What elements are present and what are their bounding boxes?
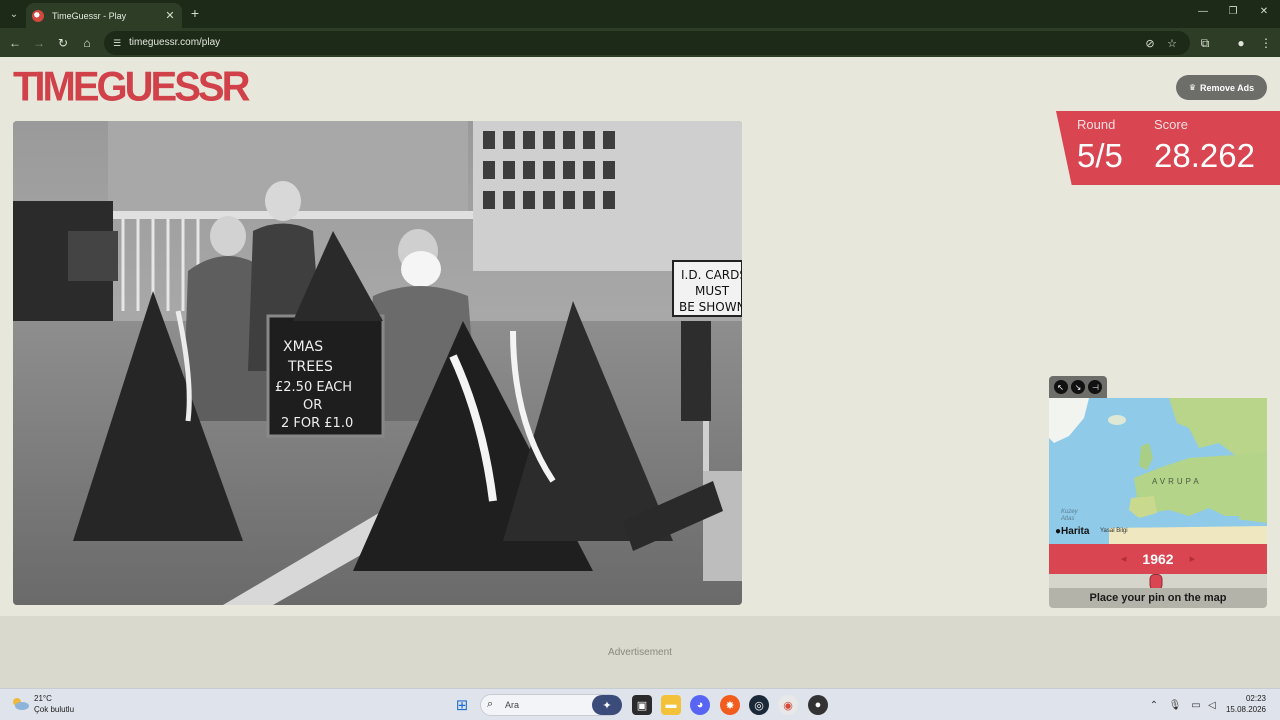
minimize-icon[interactable]: — <box>1196 6 1210 17</box>
app-dark-notification-icon[interactable]: ● <box>808 695 828 715</box>
year-selector: ◀ 1962 ▶ <box>1049 544 1267 574</box>
advertisement-label: Advertisement <box>608 647 672 658</box>
file-explorer-icon[interactable]: ▬ <box>661 695 681 715</box>
chalkboard-line-2: TREES <box>287 359 333 375</box>
task-view-icon[interactable]: ▣ <box>632 695 652 715</box>
restore-icon[interactable]: ❐ <box>1226 6 1240 17</box>
home-icon[interactable]: ⌂ <box>79 35 95 51</box>
world-map[interactable]: AVRUPA Kuzey Atlas ●Harita Yasal Bilgi <box>1049 398 1267 544</box>
tab-list-dropdown-icon[interactable]: ⌄ <box>6 6 22 22</box>
reload-icon[interactable]: ↻ <box>55 35 71 51</box>
photo-sign-line-2: MUST <box>695 284 730 298</box>
map-legal-link[interactable]: Yasal Bilgi <box>1100 528 1128 534</box>
photo-sign-line-1: I.D. CARDS <box>681 268 742 282</box>
pin-map-icon[interactable]: ⊣ <box>1088 380 1103 394</box>
app-orange-icon[interactable]: ✸ <box>720 695 740 715</box>
clock-date[interactable]: 15.08.2026 <box>1220 705 1266 714</box>
chrome-icon[interactable]: ◉ <box>778 695 798 715</box>
browser-tab-bar: ⌄ TimeGuessr - Play ✕ + — ❐ ✕ <box>0 0 1280 28</box>
christmas-tree-sellers-photo: XMAS TREES £2.50 EACH OR 2 FOR £1.0 I.D.… <box>13 121 742 605</box>
round-photo: XMAS TREES £2.50 EACH OR 2 FOR £1.0 I.D.… <box>13 121 742 605</box>
tab-close-icon[interactable]: ✕ <box>164 9 176 22</box>
year-value: 1962 <box>1142 551 1174 567</box>
back-arrow-icon[interactable]: ← <box>7 35 23 51</box>
map-ocean-label-1: Kuzey <box>1061 509 1078 515</box>
chalkboard-line-4: OR <box>303 398 322 413</box>
remove-ads-button[interactable]: ♛ Remove Ads <box>1176 75 1267 100</box>
map-ocean-label: Kuzey Atlas <box>1061 509 1078 523</box>
cloudy-weather-icon[interactable] <box>11 697 29 711</box>
round-value: 5/5 <box>1077 137 1123 174</box>
score-value: 28.262 <box>1154 137 1255 174</box>
bookmark-star-icon[interactable]: ☆ <box>1165 36 1179 50</box>
map-ocean-label-2: Atlas <box>1061 516 1075 522</box>
steam-icon[interactable]: ◎ <box>749 695 769 715</box>
microphone-icon[interactable]: 🎙 <box>1168 698 1182 712</box>
timeguessr-favicon-icon <box>32 9 44 22</box>
round-label: Round <box>1077 117 1116 132</box>
timeguessr-logo[interactable]: TIMEGUESSR <box>13 66 250 108</box>
url-text[interactable]: timeguessr.com/play <box>129 37 220 48</box>
expand-map-icon[interactable]: ↖ <box>1053 380 1068 394</box>
shrink-map-icon[interactable]: ↘ <box>1070 380 1085 394</box>
site-info-icon[interactable]: ☰ <box>110 36 124 50</box>
weather-condition[interactable]: Çok bulutlu <box>34 705 74 714</box>
windows-start-icon[interactable]: ⊞ <box>452 695 472 715</box>
guess-map-widget: ↖ ↘ ⊣ AVRUPA Kuzey Atlas ●Harita Yasal B… <box>1049 376 1267 608</box>
extensions-puzzle-icon[interactable]: ⧉ <box>1197 35 1213 51</box>
year-slider-track[interactable] <box>1049 574 1267 590</box>
score-label: Score <box>1154 117 1188 132</box>
volume-icon[interactable]: ◁ <box>1205 698 1219 712</box>
network-icon[interactable]: ▭ <box>1189 698 1203 712</box>
search-highlight-icon[interactable]: ✦ <box>592 695 622 715</box>
place-pin-button[interactable]: Place your pin on the map <box>1049 588 1267 608</box>
map-resize-controls: ↖ ↘ ⊣ <box>1049 376 1107 398</box>
discord-icon[interactable]: ◕ <box>690 695 710 715</box>
forward-arrow-icon[interactable]: → <box>31 35 47 51</box>
photo-sign-line-3: BE SHOWN <box>679 300 742 314</box>
chalkboard-line-1: XMAS <box>283 339 323 355</box>
new-tab-plus-icon[interactable]: + <box>188 5 202 21</box>
weather-temperature[interactable]: 21°C <box>34 694 52 703</box>
tracking-blocked-eye-icon[interactable]: ⊘ <box>1143 36 1157 50</box>
year-increment-arrow-icon[interactable]: ▶ <box>1190 555 1195 563</box>
map-provider-label: Harita <box>1061 526 1090 537</box>
game-page: TIMEGUESSR ♛ Remove Ads XMAS TREES £2.50… <box>0 57 1280 688</box>
window-close-icon[interactable]: ✕ <box>1257 6 1271 17</box>
browser-menu-icon[interactable]: ⋮ <box>1258 35 1274 51</box>
windows-taskbar: 21°C Çok bulutlu ⊞ ⌕ Ara ✦ ▣ ▬ ◕ ✸ ◎ ◉ ●… <box>0 688 1280 720</box>
remove-ads-label: Remove Ads <box>1199 82 1255 93</box>
profile-avatar-icon[interactable]: ● <box>1233 35 1249 51</box>
crown-icon: ♛ <box>1188 83 1196 92</box>
year-decrement-arrow-icon[interactable]: ◀ <box>1121 555 1126 563</box>
tab-title: TimeGuessr - Play <box>52 10 127 21</box>
browser-tab-active[interactable]: TimeGuessr - Play ✕ <box>26 3 182 28</box>
map-continent-label: AVRUPA <box>1152 477 1202 486</box>
europe-map-graphic <box>1049 398 1267 544</box>
chalkboard-line-5: 2 FOR £1.0 <box>281 416 353 431</box>
search-icon: ⌕ <box>487 698 494 710</box>
address-bar[interactable]: ☰ timeguessr.com/play ⊘ ☆ <box>104 31 1190 55</box>
tray-overflow-chevron-icon[interactable]: ⌃ <box>1147 698 1161 712</box>
clock-time[interactable]: 02:23 <box>1226 694 1266 703</box>
browser-toolbar: ← → ↻ ⌂ ☰ timeguessr.com/play ⊘ ☆ ⧉ ● ⋮ <box>0 28 1280 57</box>
chalkboard-line-3: £2.50 EACH <box>275 380 352 395</box>
taskbar-search-placeholder: Ara <box>505 700 520 710</box>
score-panel: Round Score 5/5 28.262 <box>1056 111 1280 185</box>
advertisement-area: Advertisement <box>0 616 1280 688</box>
map-provider-logo: ●Harita <box>1055 526 1089 537</box>
